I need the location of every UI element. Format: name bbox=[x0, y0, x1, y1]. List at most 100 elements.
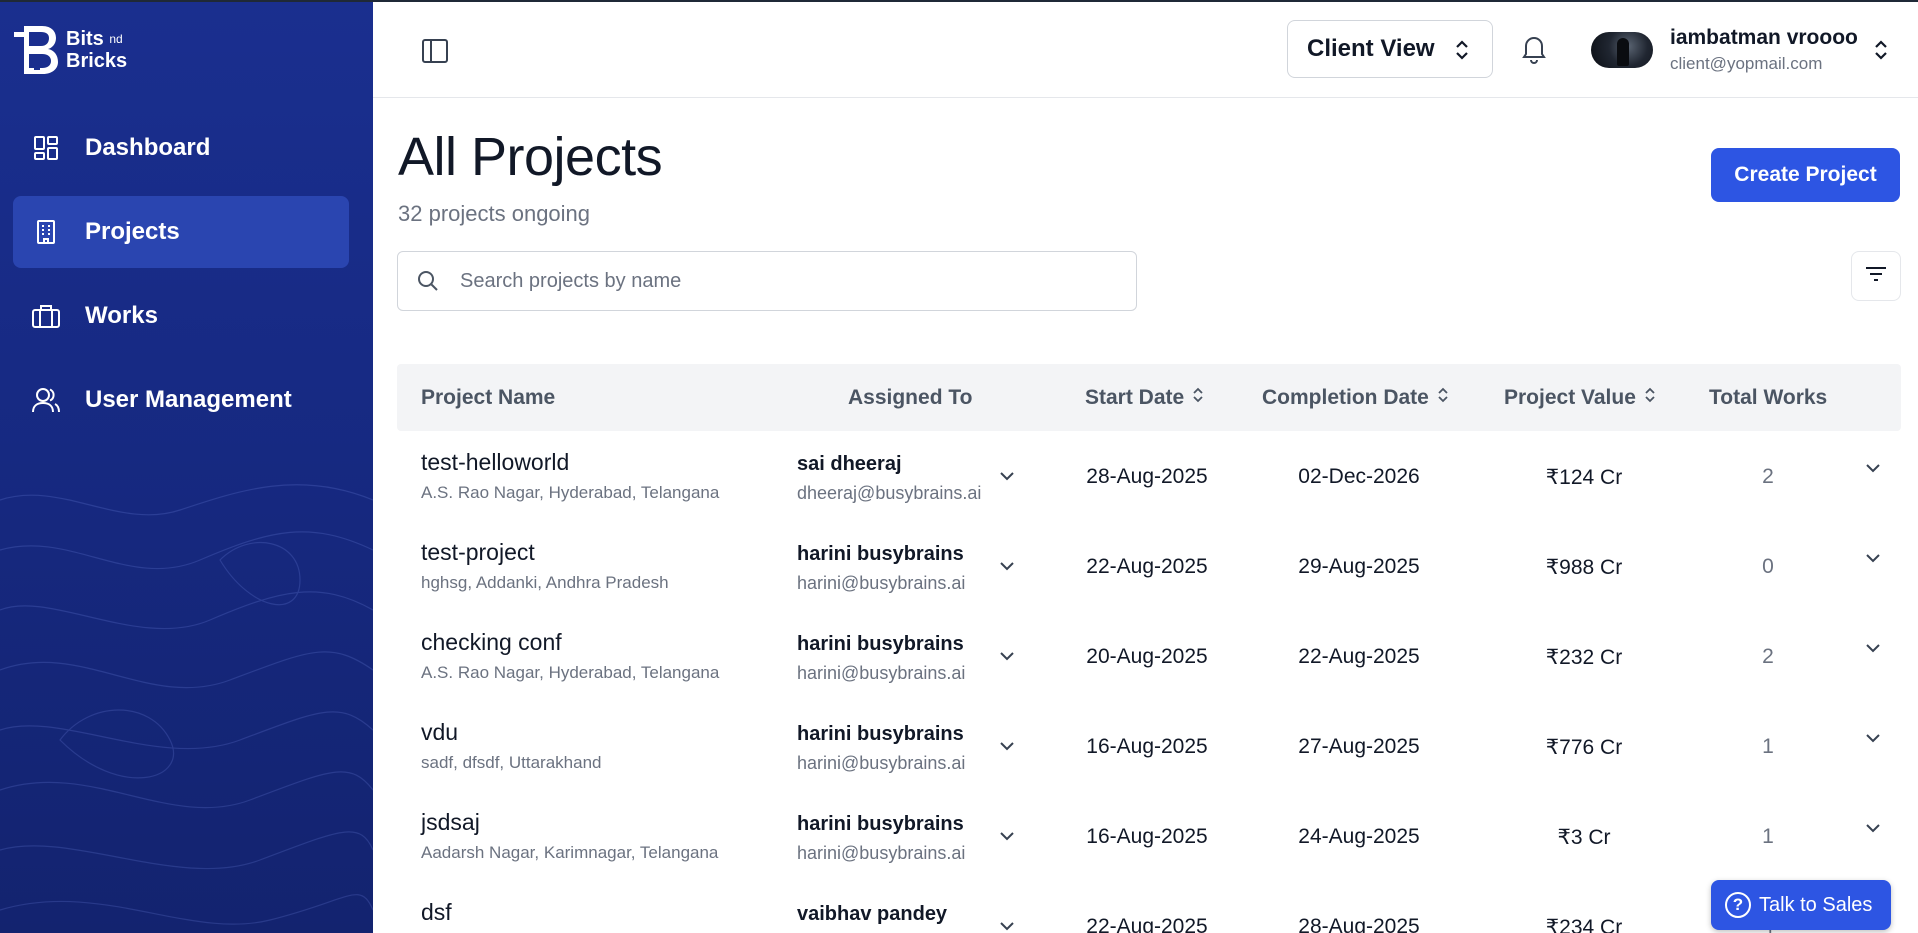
user-menu-chevron-icon[interactable] bbox=[1873, 38, 1889, 67]
start-date: 16-Aug-2025 bbox=[1086, 735, 1208, 758]
sidebar-item-label: Dashboard bbox=[85, 134, 211, 161]
table-header: Project Name Assigned To Start Date Comp… bbox=[397, 364, 1901, 431]
assignee-name: harini busybrains bbox=[797, 543, 964, 565]
completion-date: 29-Aug-2025 bbox=[1298, 555, 1420, 578]
sidebar-toggle-icon[interactable] bbox=[420, 36, 450, 66]
table-row[interactable]: dsf vaibhav pandey 22-Aug-2025 28-Aug-20… bbox=[397, 883, 1901, 933]
project-address: hghsg, Addanki, Andhra Pradesh bbox=[421, 573, 669, 592]
chevron-up-down-icon bbox=[1454, 38, 1470, 69]
assignee-chevron-down-icon[interactable] bbox=[998, 829, 1016, 847]
assignee-name: harini busybrains bbox=[797, 633, 964, 655]
table-row[interactable]: test-helloworld A.S. Rao Nagar, Hyderaba… bbox=[397, 433, 1901, 523]
user-name: iambatman vroooo bbox=[1670, 26, 1858, 49]
notification-bell-icon[interactable] bbox=[1519, 32, 1551, 66]
project-name: test-project bbox=[421, 539, 535, 565]
expand-row-chevron-icon[interactable] bbox=[1864, 551, 1882, 569]
expand-row-chevron-icon[interactable] bbox=[1864, 461, 1882, 479]
top-header: Client View iambatman vroooo client@yopm… bbox=[373, 2, 1918, 98]
sidebar: Bits nd Bricks Dashboard Projects Works … bbox=[0, 0, 373, 933]
completion-date: 22-Aug-2025 bbox=[1298, 645, 1420, 668]
help-question-icon: ? bbox=[1725, 892, 1751, 918]
window-top-border bbox=[0, 0, 1918, 2]
avatar[interactable] bbox=[1591, 32, 1653, 68]
sidebar-item-dashboard[interactable]: Dashboard bbox=[13, 112, 349, 184]
filter-button[interactable] bbox=[1851, 251, 1901, 301]
assignee-email: harini@busybrains.ai bbox=[797, 573, 966, 593]
talk-to-sales-button[interactable]: ? Talk to Sales bbox=[1711, 880, 1891, 930]
view-mode-value: Client View bbox=[1307, 35, 1435, 62]
table-row[interactable]: checking conf A.S. Rao Nagar, Hyderabad,… bbox=[397, 613, 1901, 703]
user-email: client@yopmail.com bbox=[1670, 54, 1823, 73]
assignee-email: harini@busybrains.ai bbox=[797, 753, 966, 773]
column-header-label: Assigned To bbox=[848, 385, 973, 409]
table-row[interactable]: jsdsaj Aadarsh Nagar, Karimnagar, Telang… bbox=[397, 793, 1901, 883]
total-works: 2 bbox=[1762, 645, 1774, 668]
project-address: A.S. Rao Nagar, Hyderabad, Telangana bbox=[421, 483, 720, 502]
sidebar-item-works[interactable]: Works bbox=[13, 280, 349, 352]
expand-row-chevron-icon[interactable] bbox=[1864, 641, 1882, 659]
logo[interactable]: Bits nd Bricks bbox=[12, 24, 127, 76]
sidebar-item-user-management[interactable]: User Management bbox=[13, 364, 349, 436]
total-works: 2 bbox=[1762, 465, 1774, 488]
expand-row-chevron-icon[interactable] bbox=[1864, 821, 1882, 839]
sidebar-nav: Dashboard Projects Works User Management bbox=[13, 112, 349, 448]
column-header-assigned-to: Assigned To bbox=[848, 364, 972, 431]
search-icon bbox=[416, 269, 440, 293]
project-count: 32 projects ongoing bbox=[398, 201, 591, 226]
project-address: sadf, dfsdf, Uttarakhand bbox=[421, 753, 602, 772]
sidebar-item-label: Projects bbox=[85, 218, 180, 245]
project-address: Aadarsh Nagar, Karimnagar, Telangana bbox=[421, 843, 719, 862]
sort-icon bbox=[1437, 386, 1449, 410]
assignee-email: harini@busybrains.ai bbox=[797, 663, 966, 683]
users-icon bbox=[31, 385, 61, 415]
start-date: 22-Aug-2025 bbox=[1086, 915, 1208, 933]
start-date: 20-Aug-2025 bbox=[1086, 645, 1208, 668]
column-header-label: Start Date bbox=[1085, 385, 1185, 409]
expand-row-chevron-icon[interactable] bbox=[1864, 731, 1882, 749]
project-address: A.S. Rao Nagar, Hyderabad, Telangana bbox=[421, 663, 720, 682]
logo-line1: Bits bbox=[66, 28, 104, 50]
project-name: test-helloworld bbox=[421, 449, 570, 475]
assignee-email: harini@busybrains.ai bbox=[797, 843, 966, 863]
completion-date: 28-Aug-2025 bbox=[1298, 915, 1420, 933]
building-icon bbox=[31, 217, 61, 247]
dashboard-grid-icon bbox=[31, 133, 61, 163]
project-name: checking conf bbox=[421, 629, 562, 655]
assignee-chevron-down-icon[interactable] bbox=[998, 649, 1016, 667]
assignee-chevron-down-icon[interactable] bbox=[998, 559, 1016, 577]
create-project-button[interactable]: Create Project bbox=[1711, 148, 1900, 202]
table-row[interactable]: test-project hghsg, Addanki, Andhra Prad… bbox=[397, 523, 1901, 613]
logo-line2: Bricks bbox=[66, 50, 128, 72]
project-value: ₹3 Cr bbox=[1557, 826, 1611, 849]
assignee-name: harini busybrains bbox=[797, 723, 964, 745]
project-name: jsdsaj bbox=[421, 809, 480, 835]
page-title: All Projects bbox=[398, 127, 663, 187]
logo-wordmark: Bits nd Bricks bbox=[66, 28, 127, 72]
assignee-chevron-down-icon[interactable] bbox=[998, 919, 1016, 933]
start-date: 22-Aug-2025 bbox=[1086, 555, 1208, 578]
column-header-completion-date[interactable]: Completion Date bbox=[1262, 364, 1449, 431]
project-value: ₹124 Cr bbox=[1545, 466, 1623, 489]
assignee-chevron-down-icon[interactable] bbox=[998, 739, 1016, 757]
project-value: ₹234 Cr bbox=[1545, 916, 1623, 933]
total-works: 1 bbox=[1762, 825, 1774, 848]
sort-icon bbox=[1192, 386, 1204, 410]
column-header-label: Total Works bbox=[1709, 385, 1828, 409]
search-input[interactable] bbox=[460, 269, 1100, 293]
view-mode-select[interactable]: Client View bbox=[1287, 20, 1493, 78]
start-date: 16-Aug-2025 bbox=[1086, 825, 1208, 848]
avatar-figure bbox=[1617, 38, 1629, 66]
search-box bbox=[397, 251, 1137, 311]
column-header-label: Project Value bbox=[1504, 385, 1636, 409]
logo-nd: nd bbox=[109, 32, 123, 46]
sidebar-item-label: User Management bbox=[85, 386, 292, 413]
column-header-project-value[interactable]: Project Value bbox=[1504, 364, 1656, 431]
column-header-label: Project Name bbox=[421, 385, 556, 409]
briefcase-icon bbox=[31, 301, 61, 331]
assignee-chevron-down-icon[interactable] bbox=[998, 469, 1016, 487]
sidebar-item-projects[interactable]: Projects bbox=[13, 196, 349, 268]
column-header-start-date[interactable]: Start Date bbox=[1085, 364, 1204, 431]
column-header-total-works: Total Works bbox=[1709, 364, 1827, 431]
table-row[interactable]: vdu sadf, dfsdf, Uttarakhand harini busy… bbox=[397, 703, 1901, 793]
assignee-email: dheeraj@busybrains.ai bbox=[797, 483, 982, 503]
